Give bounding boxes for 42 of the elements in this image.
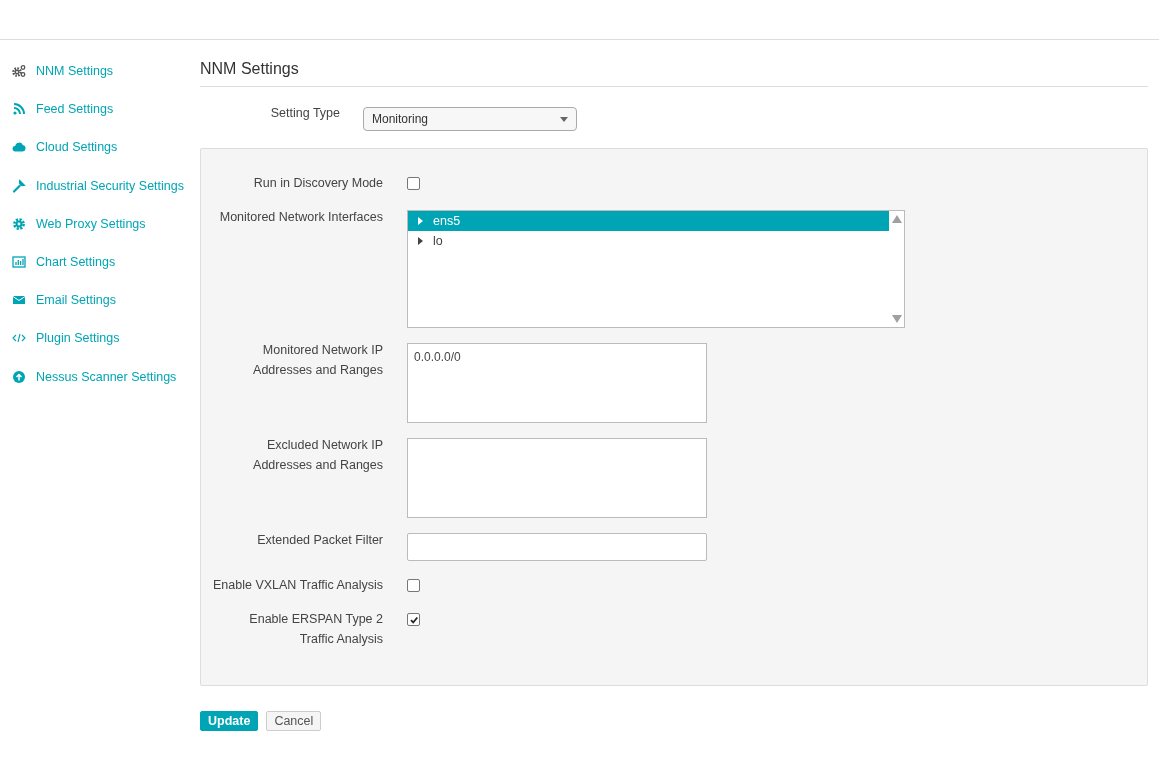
field-label: Monitored Network Interfaces <box>218 209 383 226</box>
setting-type-dropdown[interactable]: Monitoring <box>363 107 577 131</box>
update-button[interactable]: Update <box>200 711 259 731</box>
field-label: Enable ERSPAN Type 2 Traffic Analysis <box>248 611 383 648</box>
checkbox[interactable] <box>407 177 420 190</box>
gears-icon <box>12 64 26 79</box>
field-label: Enable VXLAN Traffic Analysis <box>213 577 383 594</box>
field-label: Extended Packet Filter <box>256 532 383 549</box>
upload-circle-icon <box>12 369 26 384</box>
cloud-icon <box>12 140 26 155</box>
field-label: Monitored Network IP Addresses and Ranges <box>252 342 383 379</box>
field-label: Excluded Network IP Addresses and Ranges <box>252 437 383 474</box>
gear-icon <box>12 216 26 231</box>
sidebar-item[interactable]: Industrial Security Settings <box>0 166 200 205</box>
text-area[interactable]: 0.0.0.0/0 <box>407 343 707 423</box>
interface-list[interactable]: ens5 lo <box>407 210 905 328</box>
field-label: Setting Type <box>269 105 340 122</box>
interface-option[interactable]: lo <box>408 231 889 251</box>
expand-icon <box>418 237 423 245</box>
scroll-up-icon[interactable] <box>891 215 902 223</box>
sidebar-item[interactable]: Nessus Scanner Settings <box>0 357 200 396</box>
wrench-icon <box>12 178 26 193</box>
sidebar-item[interactable]: Email Settings <box>0 281 200 320</box>
sidebar-item[interactable]: Plugin Settings <box>0 319 200 358</box>
checkbox[interactable] <box>407 613 420 626</box>
text-area[interactable] <box>407 438 707 518</box>
interface-option[interactable]: ens5 <box>408 211 889 231</box>
rss-icon <box>12 102 26 117</box>
sidebar-item[interactable]: Feed Settings <box>0 90 200 129</box>
input-field[interactable] <box>407 533 707 561</box>
sidebar-item[interactable]: NNM Settings <box>0 52 200 91</box>
page-title: NNM Settings <box>200 60 1148 87</box>
caret-icon <box>560 116 568 122</box>
sidebar-item[interactable]: Cloud Settings <box>0 128 200 167</box>
cancel-button[interactable]: Cancel <box>266 711 322 731</box>
sidebar-item[interactable]: Web Proxy Settings <box>0 204 200 243</box>
bar-chart-icon <box>12 255 26 270</box>
expand-icon <box>418 217 423 225</box>
scroll-down-icon[interactable] <box>891 315 902 323</box>
checkbox[interactable] <box>407 579 420 592</box>
sidebar-item[interactable]: Chart Settings <box>0 242 200 282</box>
field-label: Run in Discovery Mode <box>252 175 383 192</box>
